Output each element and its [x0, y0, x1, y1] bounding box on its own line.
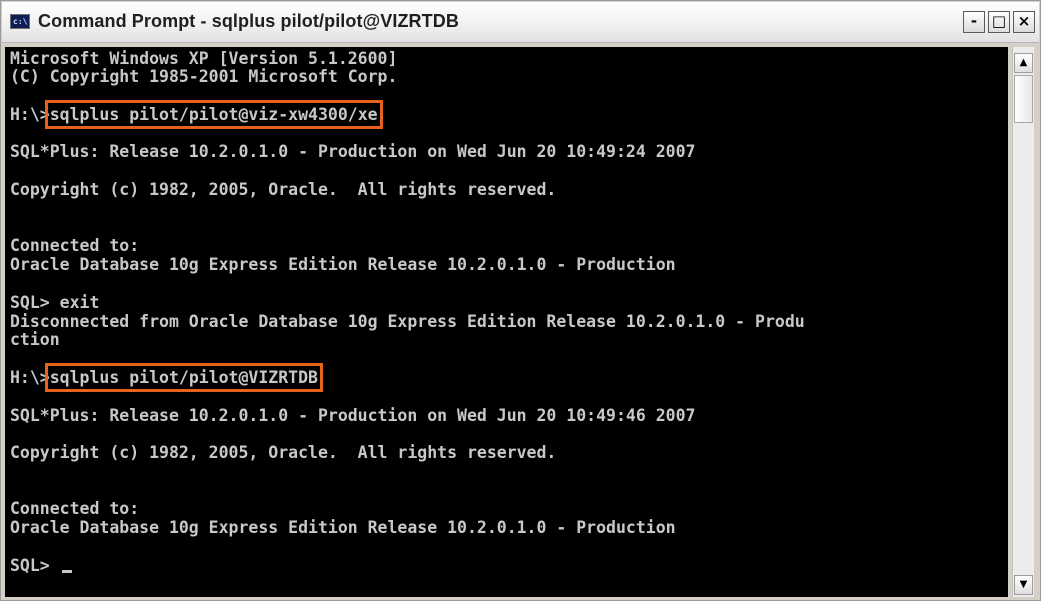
- input-line[interactable]: SQL>: [10, 556, 72, 575]
- window-title: Command Prompt - sqlplus pilot/pilot@VIZ…: [38, 11, 459, 31]
- console-line: SQL> exit: [10, 293, 100, 312]
- highlighted-command: sqlplus pilot/pilot@VIZRTDB: [44, 363, 323, 392]
- command-line: H:\>sqlplus pilot/pilot@VIZRTDB: [10, 363, 323, 392]
- sql-prompt: SQL>: [10, 556, 60, 575]
- scroll-up-button[interactable]: ▲: [1014, 53, 1033, 73]
- command-prompt-icon[interactable]: c:\: [10, 14, 30, 29]
- command-prompt: H:\>: [10, 368, 50, 387]
- command-line: H:\>sqlplus pilot/pilot@viz-xw4300/xe: [10, 100, 383, 129]
- close-button[interactable]: ×: [1013, 11, 1035, 33]
- console-line: Oracle Database 10g Express Edition Rele…: [10, 518, 676, 537]
- text-cursor: [61, 570, 72, 573]
- highlighted-command: sqlplus pilot/pilot@viz-xw4300/xe: [44, 100, 383, 129]
- scroll-thumb[interactable]: [1014, 75, 1033, 123]
- console-line: Copyright (c) 1982, 2005, Oracle. All ri…: [10, 180, 557, 199]
- close-icon: ×: [1017, 12, 1031, 30]
- console-line: Connected to:: [10, 236, 140, 255]
- console-line: Oracle Database 10g Express Edition Rele…: [10, 255, 676, 274]
- console-line: Disconnected from Oracle Database 10g Ex…: [10, 312, 805, 331]
- maximize-button[interactable]: □: [988, 11, 1010, 33]
- console-line: (C) Copyright 1985-2001 Microsoft Corp.: [10, 67, 398, 86]
- console-line: Connected to:: [10, 499, 140, 518]
- minimize-icon: -: [970, 12, 978, 30]
- console-line: SQL*Plus: Release 10.2.0.1.0 - Productio…: [10, 142, 696, 161]
- console-line: ction: [10, 330, 60, 349]
- maximize-icon: □: [991, 12, 1007, 30]
- scroll-up-arrow-icon: ▲: [1019, 57, 1028, 68]
- title-bar[interactable]: c:\ Command Prompt - sqlplus pilot/pilot…: [2, 2, 1039, 43]
- scroll-down-button[interactable]: ▼: [1014, 575, 1033, 595]
- scroll-down-arrow-icon: ▼: [1019, 579, 1028, 590]
- command-prompt: H:\>: [10, 105, 50, 124]
- minimize-button[interactable]: -: [963, 11, 985, 33]
- console-line: Copyright (c) 1982, 2005, Oracle. All ri…: [10, 443, 557, 462]
- console-line: SQL*Plus: Release 10.2.0.1.0 - Productio…: [10, 406, 696, 425]
- vertical-scrollbar[interactable]: ▲ ▼: [1012, 47, 1034, 597]
- console-line: Microsoft Windows XP [Version 5.1.2600]: [10, 49, 398, 68]
- console-output[interactable]: Microsoft Windows XP [Version 5.1.2600] …: [5, 47, 1008, 597]
- command-prompt-window: c:\ Command Prompt - sqlplus pilot/pilot…: [0, 0, 1041, 601]
